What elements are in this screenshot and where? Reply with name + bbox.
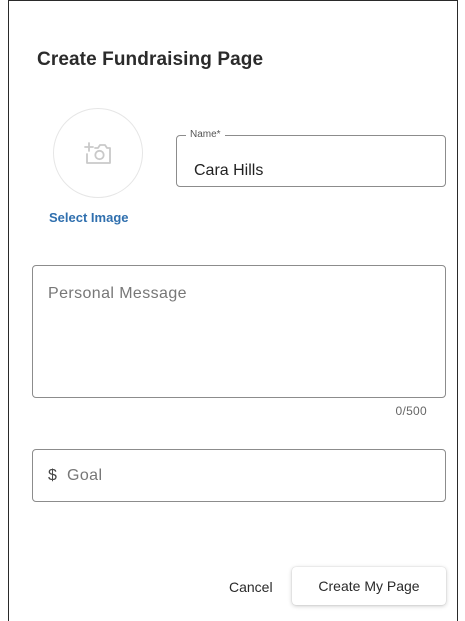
character-counter: 0/500 — [395, 404, 427, 418]
avatar-upload[interactable] — [53, 108, 143, 198]
currency-prefix: $ — [48, 467, 57, 484]
name-label: Name* — [186, 129, 225, 141]
create-my-page-button[interactable]: Create My Page — [292, 567, 446, 605]
goal-placeholder: Goal — [67, 467, 103, 484]
personal-message-placeholder: Personal Message — [48, 285, 187, 302]
personal-message-field[interactable]: Personal Message — [32, 265, 446, 398]
cancel-button[interactable]: Cancel — [223, 575, 279, 599]
create-page-dialog: Create Fundraising Page Select Image Nam… — [8, 0, 458, 621]
name-field[interactable]: Name* — [176, 129, 446, 187]
select-image-link[interactable]: Select Image — [49, 210, 129, 225]
add-photo-icon — [84, 140, 112, 166]
goal-field[interactable]: $ Goal — [32, 449, 446, 502]
name-input[interactable] — [194, 162, 434, 180]
dialog-title: Create Fundraising Page — [37, 49, 264, 70]
